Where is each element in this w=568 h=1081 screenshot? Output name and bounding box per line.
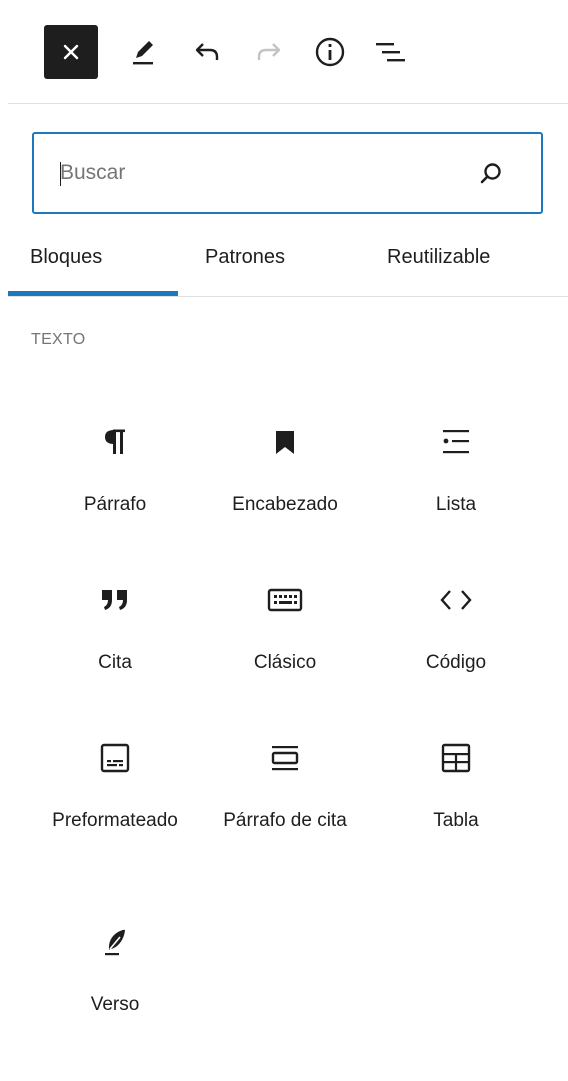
tab-reutilizable[interactable]: Reutilizable (387, 232, 490, 296)
undo-button[interactable] (180, 25, 234, 79)
block-item-heading[interactable]: Encabezado (200, 400, 370, 540)
block-item-table[interactable]: Tabla (371, 716, 541, 856)
pencil-icon (133, 41, 153, 65)
inserter-tabs: Bloques Patrones Reutilizable (8, 232, 568, 296)
search-input[interactable] (60, 134, 460, 212)
info-icon (315, 37, 345, 67)
tab-label: Bloques (30, 246, 103, 268)
section-title: TEXTO (31, 331, 86, 348)
block-search (32, 132, 543, 214)
list-icon (438, 424, 474, 460)
tab-bloques[interactable]: Bloques (30, 232, 102, 296)
list-view-button[interactable] (364, 25, 418, 79)
close-icon (63, 44, 79, 60)
editor-toolbar (0, 0, 568, 104)
redo-icon (257, 43, 281, 60)
tab-label: Reutilizable (387, 246, 491, 268)
block-label: Lista (435, 494, 477, 515)
block-label: Párrafo de cita (223, 810, 347, 831)
block-label: Verso (90, 994, 140, 1015)
keyboard-icon (267, 582, 303, 618)
list-view-icon (376, 43, 405, 62)
close-inserter-button[interactable] (44, 25, 98, 79)
tools-button[interactable] (116, 25, 170, 79)
paragraph-icon (97, 424, 133, 460)
block-item-classic[interactable]: Clásico (200, 558, 370, 698)
undo-icon (195, 43, 219, 60)
block-label: Código (425, 652, 487, 673)
block-item-quote[interactable]: Cita (30, 558, 200, 698)
tabs-divider (8, 296, 568, 297)
block-item-verse[interactable]: Verso (30, 900, 200, 1040)
block-label: Tabla (433, 810, 479, 831)
text-caret (60, 162, 61, 186)
details-button[interactable] (303, 25, 357, 79)
bookmark-icon (267, 424, 303, 460)
search-icon[interactable] (477, 160, 505, 188)
pullquote-icon (267, 740, 303, 776)
block-label: Clásico (253, 652, 317, 673)
redo-button[interactable] (242, 25, 296, 79)
block-item-list[interactable]: Lista (371, 400, 541, 540)
preformatted-icon (97, 740, 133, 776)
block-item-preformatted[interactable]: Preformateado (30, 716, 200, 856)
block-item-paragraph[interactable]: Párrafo (30, 400, 200, 540)
code-icon (438, 582, 474, 618)
block-item-code[interactable]: Código (371, 558, 541, 698)
block-label: Preformateado (52, 810, 178, 831)
block-label: Cita (98, 652, 132, 673)
tab-patrones[interactable]: Patrones (205, 232, 285, 296)
quote-icon (97, 582, 133, 618)
block-label: Encabezado (232, 494, 338, 515)
table-icon (438, 740, 474, 776)
verse-icon (97, 924, 133, 960)
block-item-pullquote[interactable]: Párrafo de cita (200, 716, 370, 856)
tab-label: Patrones (205, 246, 286, 268)
toolbar-divider (8, 103, 568, 104)
block-label: Párrafo (83, 494, 147, 515)
